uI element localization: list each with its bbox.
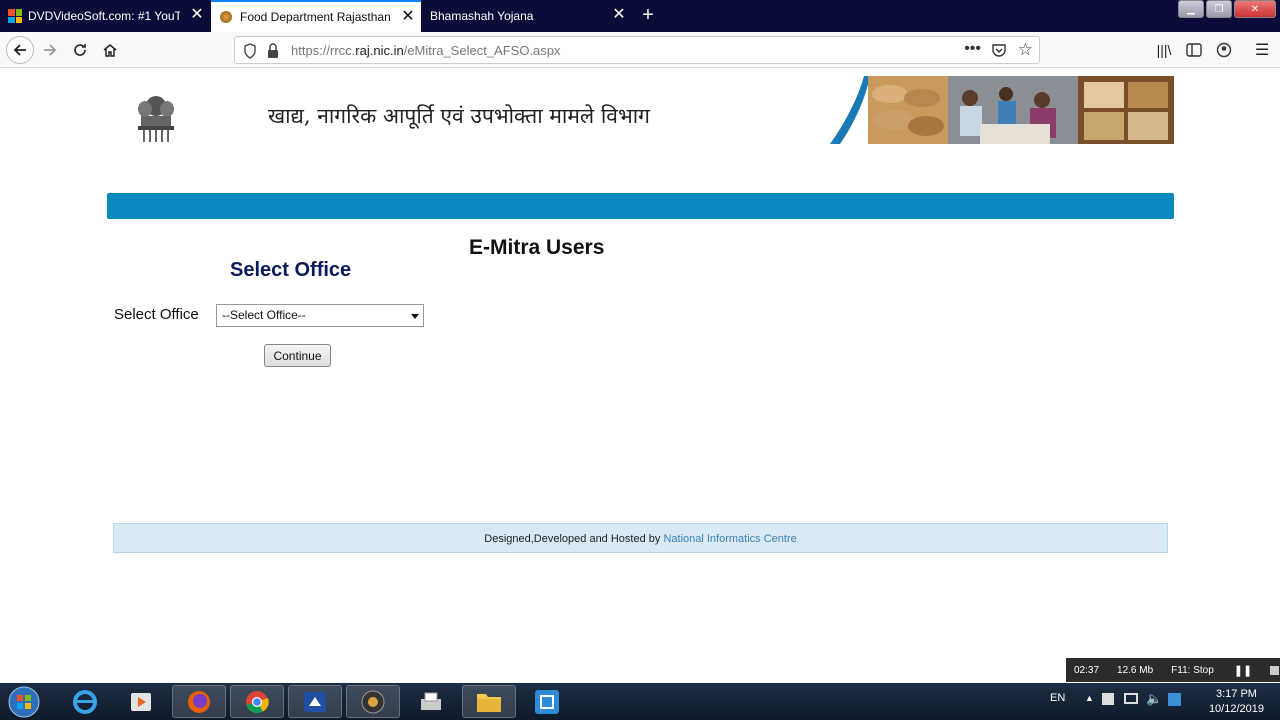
fax-icon[interactable] — [404, 685, 458, 718]
bookmark-star-icon[interactable]: ☆ — [1018, 40, 1033, 60]
stop-icon[interactable] — [1270, 665, 1280, 675]
reload-icon[interactable] — [68, 38, 92, 62]
tab-dvdvideosoft[interactable]: DVDVideoSoft.com: #1 YouTube ✕ — [0, 0, 210, 32]
media-player-icon[interactable] — [114, 685, 168, 718]
url-text: https://rrcc.raj.nic.in/eMitra_Select_AF… — [291, 43, 561, 58]
office-dropdown[interactable]: --Select Office-- — [216, 304, 424, 327]
banner-photo — [830, 76, 1174, 144]
navigation-strip — [107, 193, 1174, 219]
header-banner: खाद्य, नागरिक आपूर्ति एवं उपभोक्ता मामले… — [106, 76, 1174, 144]
recorder-time: 02:37 — [1074, 664, 1100, 676]
page-actions-icon[interactable]: ••• — [964, 40, 981, 58]
address-bar[interactable]: https://rrcc.raj.nic.in/eMitra_Select_AF… — [234, 36, 1040, 64]
navigation-bar: https://rrcc.raj.nic.in/eMitra_Select_AF… — [0, 32, 1280, 68]
internet-explorer-icon[interactable] — [58, 685, 112, 718]
recorder-hint: F11: Stop — [1171, 664, 1214, 676]
tab-title: DVDVideoSoft.com: #1 YouTube — [28, 9, 180, 23]
chrome-icon[interactable] — [230, 685, 284, 718]
clock-time: 3:17 PM — [1215, 688, 1257, 700]
url-path: /eMitra_Select_AFSO.aspx — [403, 43, 561, 58]
screenshot-tool-icon[interactable] — [520, 685, 574, 718]
back-button[interactable] — [6, 36, 34, 64]
emblem-icon — [132, 92, 180, 144]
tab-bar: DVDVideoSoft.com: #1 YouTube ✕ Food Depa… — [0, 0, 1280, 32]
flag-icon[interactable] — [1102, 693, 1114, 705]
language-indicator[interactable]: EN — [1050, 692, 1065, 704]
forward-button[interactable] — [38, 38, 62, 62]
file-explorer-icon[interactable] — [462, 685, 516, 718]
library-icon[interactable]: |||\ — [1152, 38, 1176, 62]
continue-button[interactable]: Continue — [264, 344, 331, 367]
home-icon[interactable] — [98, 38, 122, 62]
tab-title: Bhamashah Yojana — [430, 9, 534, 23]
window-controls: ▁ ❐ ✕ — [1176, 0, 1276, 18]
shield-icon[interactable] — [243, 43, 257, 64]
windows-logo-icon — [8, 9, 22, 23]
select-office-label: Select Office — [114, 306, 199, 323]
start-button[interactable] — [4, 685, 44, 718]
taskbar: EN ▲ 🔈 3:17 PM 10/12/2019 — [0, 683, 1280, 720]
recorder-bar: 02:37 12.6 Mb F11: Stop ❚❚ — [1066, 658, 1280, 682]
clock-date: 10/12/2019 — [1208, 703, 1264, 715]
pocket-icon[interactable] — [991, 42, 1007, 63]
close-window-icon[interactable]: ✕ — [1234, 0, 1276, 18]
site-favicon-icon — [220, 11, 232, 23]
office-dropdown-value: --Select Office-- — [222, 308, 306, 322]
network-icon[interactable] — [1124, 693, 1138, 704]
firefox-icon[interactable] — [172, 685, 226, 718]
lock-icon[interactable] — [267, 43, 279, 64]
close-tab-icon[interactable]: ✕ — [401, 9, 415, 25]
recorder-app-icon[interactable] — [346, 685, 400, 718]
minimize-icon[interactable]: ▁ — [1178, 0, 1204, 18]
tab-title: Food Department Rajasthan Jaipur — [240, 10, 392, 24]
new-tab-button[interactable]: + — [638, 4, 658, 26]
remote-app-icon[interactable] — [288, 685, 342, 718]
close-tab-icon[interactable]: ✕ — [190, 7, 204, 23]
footer: Designed,Developed and Hosted by Nationa… — [113, 523, 1168, 553]
section-heading: Select Office — [230, 259, 352, 281]
url-prefix: https://rrcc. — [291, 43, 356, 58]
tab-food-department[interactable]: Food Department Rajasthan Jaipur ✕ — [211, 0, 421, 32]
volume-icon[interactable]: 🔈 — [1146, 691, 1162, 707]
tab-bhamashah[interactable]: Bhamashah Yojana ✕ — [422, 0, 632, 32]
input-method-icon[interactable] — [1168, 693, 1181, 706]
close-tab-icon[interactable]: ✕ — [612, 7, 626, 23]
url-domain: raj.nic.in — [355, 43, 404, 58]
restore-icon[interactable]: ❐ — [1206, 0, 1232, 18]
nic-link[interactable]: National Informatics Centre — [663, 533, 796, 545]
recorder-size: 12.6 Mb — [1117, 664, 1154, 676]
clock[interactable]: 3:17 PM 10/12/2019 — [1209, 687, 1264, 717]
pause-icon[interactable]: ❚❚ — [1234, 664, 1252, 677]
department-title: खाद्य, नागरिक आपूर्ति एवं उपभोक्ता मामले… — [268, 104, 650, 128]
show-hidden-icons[interactable]: ▲ — [1085, 693, 1094, 703]
menu-icon[interactable]: ☰ — [1250, 38, 1274, 62]
account-icon[interactable] — [1212, 38, 1236, 62]
page-title: E-Mitra Users — [469, 236, 605, 259]
footer-text: Designed,Developed and Hosted by — [484, 533, 664, 545]
sidebar-icon[interactable] — [1182, 38, 1206, 62]
dropdown-arrow-icon — [411, 314, 419, 319]
